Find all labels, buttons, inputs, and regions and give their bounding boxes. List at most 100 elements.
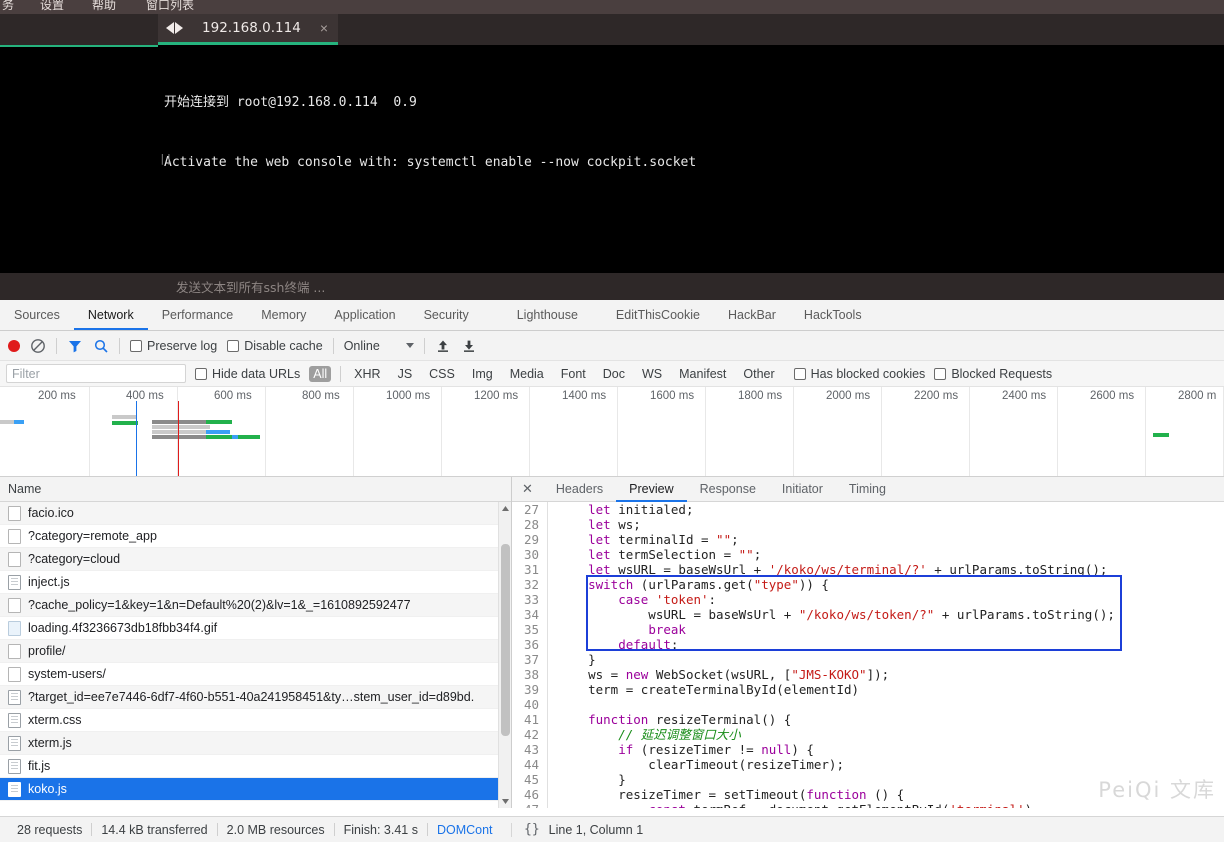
table-row[interactable]: loading.4f3236673db18fbb34f4.gif: [0, 617, 511, 640]
menu-item-0[interactable]: 务: [2, 0, 14, 13]
tab-hacktools[interactable]: HackTools: [790, 300, 876, 330]
tab-security[interactable]: Security: [410, 300, 483, 330]
table-row[interactable]: fit.js: [0, 755, 511, 778]
code-line-number: 46: [512, 787, 548, 802]
devtools-tabbar: Sources Network Performance Memory Appli…: [0, 300, 1224, 331]
filter-type-img[interactable]: Img: [468, 366, 497, 382]
tab-response[interactable]: Response: [687, 477, 769, 502]
scroll-down-icon[interactable]: [499, 795, 511, 808]
request-name: system-users/: [28, 667, 106, 681]
hide-data-urls-checkbox[interactable]: Hide data URLs: [195, 367, 300, 381]
has-blocked-cookies-checkbox[interactable]: Has blocked cookies: [794, 367, 926, 381]
tab-editthiscookie[interactable]: EditThisCookie: [602, 300, 714, 330]
menu-item-1[interactable]: 设置: [40, 0, 64, 13]
overview-request-bar: [206, 430, 230, 434]
request-list[interactable]: facio.ico ?category=remote_app ?category…: [0, 502, 511, 808]
filter-icon[interactable]: [67, 338, 83, 354]
tab-lighthouse[interactable]: Lighthouse: [503, 300, 592, 330]
filter-type-all[interactable]: All: [309, 366, 331, 382]
filter-input[interactable]: Filter: [6, 364, 186, 383]
tab-application[interactable]: Application: [320, 300, 409, 330]
request-list-scrollbar[interactable]: [498, 502, 511, 808]
table-row[interactable]: ?category=remote_app: [0, 525, 511, 548]
table-row[interactable]: profile/: [0, 640, 511, 663]
tab-hackbar[interactable]: HackBar: [714, 300, 790, 330]
send-to-all-terminals-bar[interactable]: 发送文本到所有ssh终端 ...: [0, 273, 1224, 300]
tab-nav-arrows[interactable]: [166, 22, 183, 34]
disable-cache-box[interactable]: [227, 340, 239, 352]
filter-type-css[interactable]: CSS: [425, 366, 459, 382]
request-detail-pane: ✕ Headers Preview Response Initiator Tim…: [512, 477, 1224, 808]
code-line-text: }: [548, 652, 596, 667]
tab-memory[interactable]: Memory: [247, 300, 320, 330]
table-row[interactable]: xterm.js: [0, 732, 511, 755]
overview-tick-2: 600 ms: [214, 390, 252, 402]
filter-type-media[interactable]: Media: [506, 366, 548, 382]
request-name: ?target_id=ee7e7446-6df7-4f60-b551-40a24…: [28, 690, 474, 704]
menu-item-2[interactable]: 帮助: [92, 0, 116, 13]
code-line-number: 27: [512, 502, 548, 517]
tab-performance[interactable]: Performance: [148, 300, 248, 330]
import-har-icon[interactable]: [435, 338, 451, 354]
cursor-position: Line 1, Column 1: [549, 823, 644, 837]
code-line-text: // 延迟调整窗口大小: [548, 727, 741, 742]
terminal-tab[interactable]: 192.168.0.114 ×: [158, 14, 338, 45]
terminal-line-2: [164, 213, 1224, 233]
terminal-line-0: 开始连接到 root@192.168.0.114 0.9: [164, 93, 1224, 113]
blocked-requests-box[interactable]: [934, 368, 946, 380]
filter-type-doc[interactable]: Doc: [599, 366, 629, 382]
hide-data-urls-box[interactable]: [195, 368, 207, 380]
scroll-up-icon[interactable]: [499, 502, 511, 515]
filter-type-manifest[interactable]: Manifest: [675, 366, 730, 382]
search-icon[interactable]: [93, 338, 109, 354]
generic-file-icon: [8, 598, 21, 613]
menu-item-3[interactable]: 窗口列表: [146, 0, 194, 13]
network-overview-timeline[interactable]: 200 ms 400 ms 600 ms 800 ms 1000 ms 1200…: [0, 387, 1224, 477]
table-row[interactable]: ?category=cloud: [0, 548, 511, 571]
terminal-output[interactable]: 开始连接到 root@192.168.0.114 0.9 Activate th…: [158, 45, 1224, 273]
tab-sources[interactable]: Sources: [0, 300, 74, 330]
table-row[interactable]: xterm.css: [0, 709, 511, 732]
filter-type-ws[interactable]: WS: [638, 366, 666, 382]
network-toolbar: Preserve log Disable cache Online: [0, 331, 1224, 361]
record-button[interactable]: [8, 340, 20, 352]
disable-cache-checkbox[interactable]: Disable cache: [227, 339, 323, 353]
code-line-text: ws = new WebSocket(wsURL, ["JMS-KOKO"]);: [548, 667, 889, 682]
chevron-down-icon[interactable]: [406, 343, 414, 348]
filter-type-xhr[interactable]: XHR: [350, 366, 384, 382]
tab-preview[interactable]: Preview: [616, 477, 686, 502]
table-row[interactable]: inject.js: [0, 571, 511, 594]
code-line-text: switch (urlParams.get("type")) {: [548, 577, 829, 592]
filter-type-js[interactable]: JS: [394, 366, 417, 382]
blocked-requests-checkbox[interactable]: Blocked Requests: [934, 367, 1052, 381]
preserve-log-box[interactable]: [130, 340, 142, 352]
tab-initiator[interactable]: Initiator: [769, 477, 836, 502]
throttling-select[interactable]: Online: [344, 339, 414, 353]
tab-headers[interactable]: Headers: [543, 477, 616, 502]
code-line: 33 case 'token':: [512, 592, 1224, 607]
tab-network[interactable]: Network: [74, 300, 148, 330]
scrollbar-thumb[interactable]: [501, 544, 510, 736]
close-icon[interactable]: ×: [320, 20, 328, 36]
table-row[interactable]: ?cache_policy=1&key=1&n=Default%20(2)&lv…: [0, 594, 511, 617]
request-column-header[interactable]: Name: [0, 477, 511, 502]
request-name: profile/: [28, 644, 66, 658]
table-row-selected[interactable]: koko.js: [0, 778, 511, 801]
arrow-left-icon[interactable]: [166, 22, 174, 34]
filter-type-other[interactable]: Other: [739, 366, 778, 382]
code-viewer[interactable]: 27 let initialed;28 let ws;29 let termin…: [512, 502, 1224, 808]
close-icon[interactable]: ✕: [520, 481, 543, 497]
clear-icon[interactable]: [30, 338, 46, 354]
table-row[interactable]: ?target_id=ee7e7446-6df7-4f60-b551-40a24…: [0, 686, 511, 709]
accent-bar: [0, 45, 158, 47]
has-blocked-cookies-box[interactable]: [794, 368, 806, 380]
export-har-icon[interactable]: [461, 338, 477, 354]
code-line-number: 36: [512, 637, 548, 652]
table-row[interactable]: system-users/: [0, 663, 511, 686]
preserve-log-checkbox[interactable]: Preserve log: [130, 339, 217, 353]
table-row[interactable]: facio.ico: [0, 502, 511, 525]
filter-type-font[interactable]: Font: [557, 366, 590, 382]
arrow-right-icon[interactable]: [175, 22, 183, 34]
pretty-print-icon[interactable]: {}: [524, 822, 540, 837]
tab-timing[interactable]: Timing: [836, 477, 899, 502]
